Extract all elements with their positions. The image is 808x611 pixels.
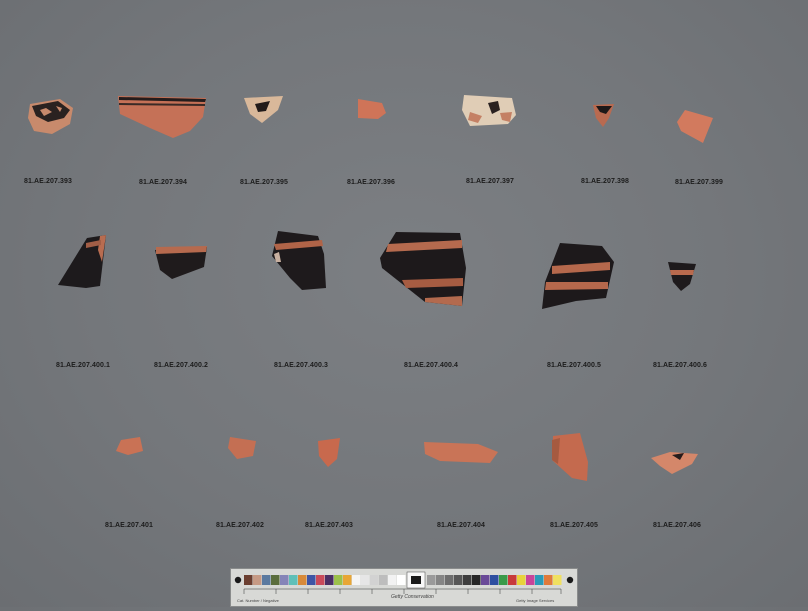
- label-406: 81.AE.207.406: [652, 522, 702, 529]
- sherd-403: [318, 438, 340, 467]
- label-400-4: 81.AE.207.400.4: [403, 362, 459, 369]
- sherd-402: [228, 437, 256, 459]
- label-401: 81.AE.207.401: [104, 522, 154, 529]
- sherd-405: [552, 433, 588, 481]
- label-397: 81.AE.207.397: [465, 178, 515, 185]
- registration-dot-icon: [566, 576, 574, 584]
- label-393: 81.AE.207.393: [23, 178, 73, 185]
- sherd-401: [116, 437, 143, 455]
- sherd-398: [593, 104, 614, 127]
- label-400-3: 81.AE.207.400.3: [273, 362, 329, 369]
- sherd-399: [677, 110, 713, 143]
- card-label: Getty Conservation: [391, 594, 434, 600]
- sherd-395: [244, 96, 283, 123]
- label-395: 81.AE.207.395: [239, 179, 289, 186]
- specimen-photo: [28, 95, 713, 481]
- sherd-400-3: [272, 231, 326, 290]
- label-400-2: 81.AE.207.400.2: [153, 362, 209, 369]
- color-patches: [244, 575, 562, 585]
- sherd-396: [358, 99, 386, 119]
- label-402: 81.AE.207.402: [215, 522, 265, 529]
- label-400-6: 81.AE.207.400.6: [652, 362, 708, 369]
- sherd-397: [462, 95, 516, 126]
- label-403: 81.AE.207.403: [304, 522, 354, 529]
- label-399: 81.AE.207.399: [674, 179, 724, 186]
- color-calibration-card: Cat. Number / Negative Getty Conservatio…: [230, 568, 578, 607]
- label-396: 81.AE.207.396: [346, 179, 396, 186]
- label-400-5: 81.AE.207.400.5: [546, 362, 602, 369]
- label-404: 81.AE.207.404: [436, 522, 486, 529]
- sherd-404: [424, 442, 498, 463]
- sherd-393: [28, 99, 73, 134]
- registration-dot-icon: [234, 576, 242, 584]
- card-right-text: Getty Image Services: [516, 598, 555, 603]
- sherd-400-2: [155, 246, 207, 279]
- sherd-400-1: [58, 235, 106, 288]
- card-left-text: Cat. Number / Negative: [237, 598, 279, 603]
- sherd-400-6: [668, 262, 696, 291]
- label-400-1: 81.AE.207.400.1: [55, 362, 111, 369]
- label-398: 81.AE.207.398: [580, 178, 630, 185]
- sherd-400-5: [542, 243, 614, 309]
- sherd-394: [118, 96, 206, 138]
- sherd-400-4: [380, 232, 466, 306]
- sherd-406: [651, 452, 698, 474]
- label-405: 81.AE.207.405: [549, 522, 599, 529]
- label-394: 81.AE.207.394: [138, 179, 188, 186]
